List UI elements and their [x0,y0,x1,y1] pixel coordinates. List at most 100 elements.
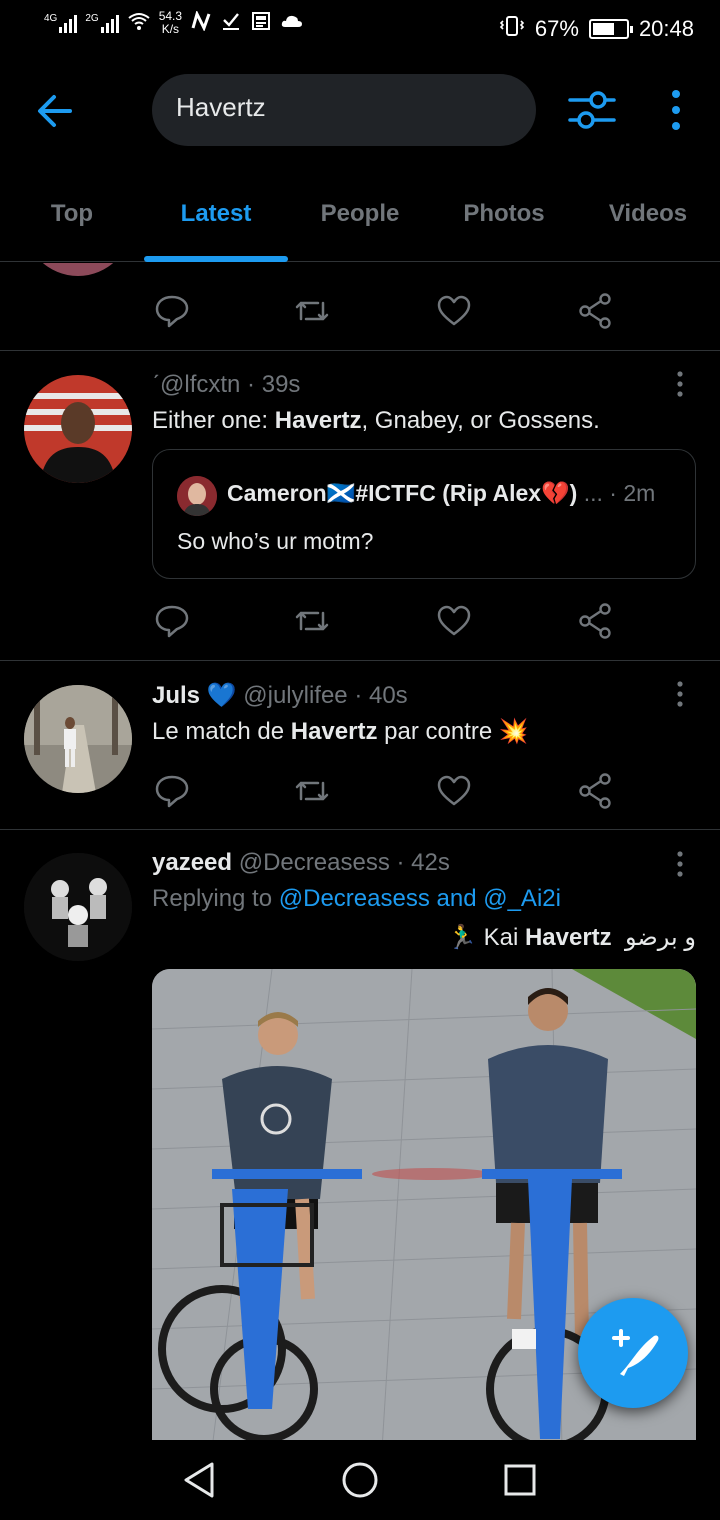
reply-button[interactable] [152,289,192,333]
tweet-text: 🏃‍♂️ Kai Havertz و برضو [447,923,696,952]
reply-button[interactable] [152,769,192,813]
signal-4g-icon: 4G [44,13,78,33]
heart-icon [437,605,471,636]
like-button[interactable] [434,769,474,813]
tweet-item[interactable]: Juls 💙 @julylifee · 40s Le match de Have… [0,661,720,829]
status-right: 67% 20:48 [499,14,694,44]
search-tabs: Top Latest People Photos Videos [0,186,720,262]
tweet-menu-button[interactable] [668,679,692,709]
tab-label: Latest [180,200,252,227]
quote-timestamp: 2m [623,480,656,506]
highlight-term: Havertz [290,718,378,745]
retweet-button[interactable] [292,599,332,643]
tweet-menu-button[interactable] [668,849,692,879]
text-part: par contre 💥 [377,718,529,745]
nav-home-button[interactable] [338,1458,382,1502]
text-part: Le match de [152,718,291,745]
sliders-icon [568,91,616,129]
clock: 20:48 [638,16,694,41]
avatar[interactable] [24,685,132,793]
timestamp: 39s [261,371,301,398]
retweet-icon [295,301,329,321]
handle[interactable]: @julylifee [243,682,347,709]
vertical-dots-icon [677,851,683,877]
retweet-button[interactable] [292,289,332,333]
search-filter-button[interactable] [566,88,618,132]
compose-feather-icon [612,1329,659,1376]
tweet-header: Juls 💙 @julylifee · 40s [152,682,408,709]
nfc-icon [190,9,212,36]
tab-label: Photos [463,200,545,227]
display-name[interactable]: yazeed [152,849,232,876]
vibrate-icon [499,14,525,44]
reply-button[interactable] [152,599,192,643]
reply-mention-link[interactable]: @Decreasess [279,885,430,912]
tweet-text: Le match de Havertz par contre 💥 [152,717,529,746]
tweet-header: yazeed @Decreasess · 42s [152,849,450,876]
tweet-menu-button[interactable] [668,369,692,399]
avatar[interactable] [24,375,132,483]
avatar[interactable] [24,853,132,961]
network-speed: 54.3 K/s [159,10,182,36]
speed-unit: K/s [161,22,180,36]
battery-percent: 67% [534,16,579,41]
share-icon [579,293,611,329]
tab-label: Top [50,200,94,227]
handle[interactable]: @lfcxtn [160,371,240,398]
tab-videos[interactable]: Videos [576,186,720,262]
speech-bubble-icon [155,605,189,638]
system-nav-bar [0,1440,720,1520]
name-mark: ˊ [152,371,160,398]
quote-text: So who’s ur motm? [177,528,374,554]
quoted-tweet[interactable]: Cameron🏴󠁧󠁢󠁳󠁣󠁴󠁿#ICTFC (Rip Alex💔) ... · 2… [152,449,696,579]
share-icon [579,603,611,639]
retweet-icon [295,781,329,801]
vertical-dots-icon [672,90,680,130]
reply-mention-link[interactable]: @_Ai2i [483,885,561,912]
tweet-divider [0,829,720,830]
tweet-header: ˊ@lfcxtn · 39s [152,371,301,398]
search-bar[interactable] [152,74,536,146]
vertical-dots-icon [677,681,683,707]
signal-2g-icon: 2G [85,13,119,33]
nav-recents-button[interactable] [498,1458,542,1502]
active-tab-indicator [144,256,288,262]
tweet-feed[interactable]: ˊ@lfcxtn · 39s Either one: Havertz, Gnab… [0,263,720,1440]
more-options-button[interactable] [662,88,690,132]
tab-top[interactable]: Top [0,186,144,262]
reply-and: and [429,885,484,912]
display-name[interactable]: Juls 💙 [152,682,237,709]
share-icon [579,773,611,809]
highlight-term: Havertz [274,407,362,434]
reply-prefix: Replying to [152,885,279,912]
circle-home-icon [342,1462,378,1498]
nav-back-button[interactable] [178,1458,222,1502]
speech-bubble-icon [155,775,189,808]
tab-latest[interactable]: Latest [144,186,288,262]
like-button[interactable] [434,289,474,333]
tab-label: Videos [608,200,688,227]
search-input[interactable] [176,92,516,123]
speech-bubble-icon [155,295,189,328]
share-button[interactable] [576,599,616,643]
status-bar: 4G 2G 54.3 K/s 67% 20:48 [0,0,720,56]
heart-icon [437,295,471,326]
vertical-dots-icon [677,371,683,397]
tab-people[interactable]: People [288,186,432,262]
tab-photos[interactable]: Photos [432,186,576,262]
tweet-item[interactable]: ˊ@lfcxtn · 39s Either one: Havertz, Gnab… [0,351,720,659]
compose-tweet-button[interactable] [578,1298,688,1408]
battery-fill [592,23,614,35]
square-recents-icon [504,1464,536,1496]
handle[interactable]: @Decreasess [239,849,390,876]
search-header [0,60,720,170]
download-done-icon [220,11,242,36]
retweet-button[interactable] [292,769,332,813]
triangle-back-icon [184,1462,214,1498]
share-button[interactable] [576,289,616,333]
back-button[interactable] [30,86,86,136]
timestamp: 42s [411,849,450,876]
share-button[interactable] [576,769,616,813]
timestamp: 40s [368,682,408,709]
like-button[interactable] [434,599,474,643]
